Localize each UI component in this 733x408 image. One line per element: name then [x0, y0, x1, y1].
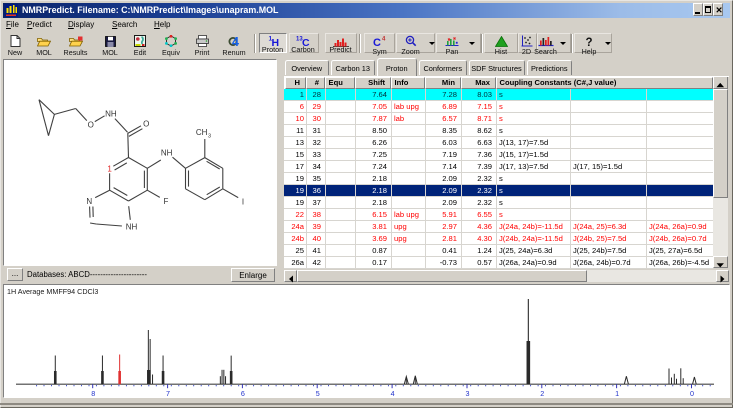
svg-text:?: ? — [585, 37, 592, 47]
svg-text:4: 4 — [232, 35, 239, 47]
svg-text:4: 4 — [382, 36, 386, 42]
svg-text:C: C — [373, 37, 381, 47]
